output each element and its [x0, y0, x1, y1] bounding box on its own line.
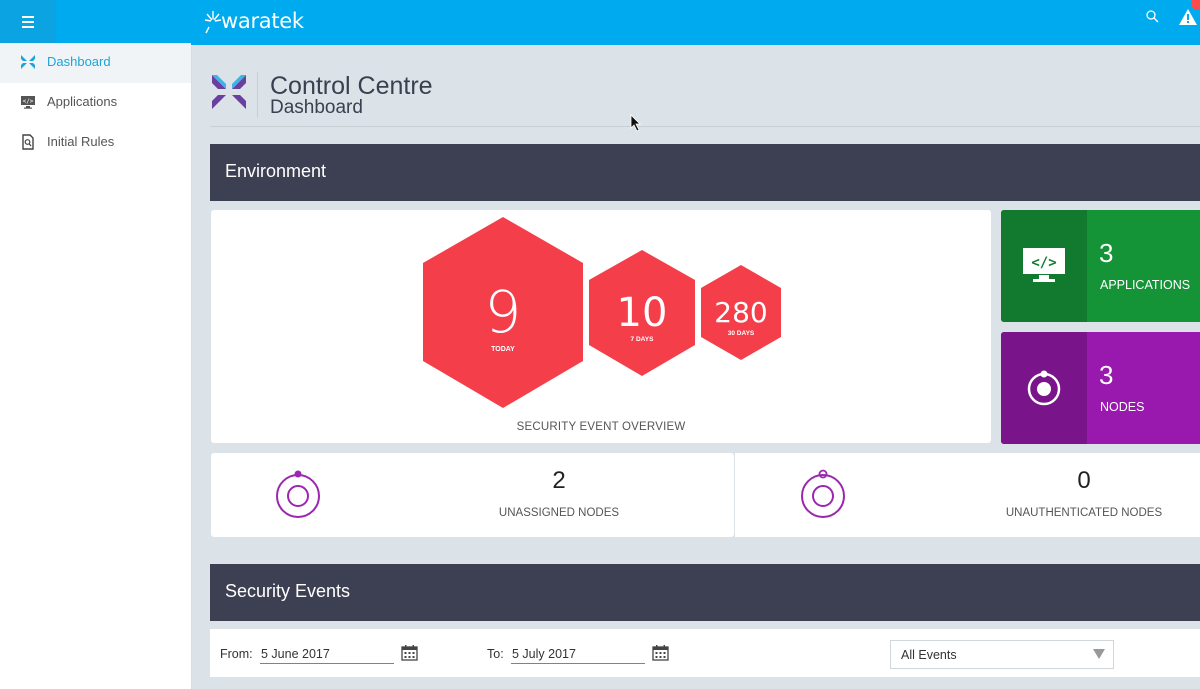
node-ring-icon: [276, 470, 320, 518]
applications-tile[interactable]: </> 3 APPLICATIONS: [1001, 210, 1200, 322]
applications-tile-icon-area: </>: [1001, 210, 1087, 322]
nodes-tile[interactable]: 3 NODES: [1001, 332, 1200, 444]
event-type-select-value: All Events: [901, 648, 957, 662]
hamburger-menu-button[interactable]: [0, 0, 56, 45]
event-type-select[interactable]: All Events: [890, 640, 1114, 669]
security-event-overview-card[interactable]: 9 TODAY 10 7 DAYS 280 30 DAYS SECURITY E…: [211, 210, 991, 443]
sidebar-item-label: Applications: [47, 94, 118, 109]
header-divider: [257, 72, 258, 118]
svg-text:</>: </>: [23, 98, 34, 105]
overview-label: SECURITY EVENT OVERVIEW: [516, 421, 686, 433]
security-events-section-header: Security Events: [210, 564, 1200, 621]
node-ring-icon: [801, 469, 845, 518]
security-events-filter-bar: From: To: All Events: [210, 629, 1200, 677]
to-label: To:: [487, 647, 504, 661]
nodes-count: 3: [1099, 360, 1114, 390]
sidebar: Dashboard </> Applications Initial Rules: [0, 43, 192, 689]
monitor-code-icon: </>: [1023, 248, 1065, 282]
section-title: Environment: [225, 161, 327, 181]
sidebar-item-applications[interactable]: </> Applications: [0, 83, 191, 123]
search-icon[interactable]: [1146, 10, 1159, 26]
rules-document-icon: [22, 134, 34, 150]
environment-section-header: Environment: [210, 144, 1200, 201]
nodes-tile-icon-area: [1001, 332, 1087, 444]
sidebar-item-label: Dashboard: [47, 54, 111, 69]
top-bar: waratek: [0, 0, 1200, 45]
unauthenticated-nodes-count: 0: [1077, 467, 1091, 494]
to-date-input[interactable]: [511, 644, 645, 664]
from-date-input[interactable]: [260, 644, 394, 664]
event-count-7-days: 10: [616, 290, 668, 336]
event-label-7-days: 7 DAYS: [630, 336, 654, 343]
applications-label: APPLICATIONS: [1100, 278, 1191, 292]
sidebar-item-initial-rules[interactable]: Initial Rules: [0, 123, 191, 163]
calendar-icon[interactable]: [401, 644, 418, 661]
mouse-cursor-icon: [630, 114, 641, 132]
unassigned-nodes-count: 2: [552, 467, 566, 494]
event-count-30-days: 280: [714, 296, 768, 329]
sidebar-item-label: Initial Rules: [47, 134, 115, 149]
unassigned-nodes-label: UNASSIGNED NODES: [498, 507, 620, 519]
from-label: From:: [220, 647, 253, 661]
chevron-down-icon: [1093, 649, 1105, 659]
unauthenticated-nodes-label: UNAUTHENTICATED NODES: [1005, 507, 1163, 519]
waratek-logo-icon: [204, 11, 222, 34]
svg-text:</>: </>: [1031, 255, 1056, 271]
dashboard-arrows-icon: [21, 55, 35, 69]
header-rule: [210, 126, 1200, 127]
event-label-today: TODAY: [491, 346, 515, 353]
section-title: Security Events: [225, 581, 351, 601]
event-count-today: 9: [484, 278, 522, 346]
node-ring-icon: [1027, 370, 1061, 406]
sidebar-item-dashboard[interactable]: Dashboard: [0, 43, 191, 83]
nodes-label: NODES: [1100, 400, 1145, 414]
event-label-30-days: 30 DAYS: [727, 330, 755, 337]
alert-icon[interactable]: [1178, 8, 1198, 31]
control-centre-arrows-icon: [212, 75, 246, 109]
app-logo-text: waratek: [221, 9, 304, 33]
monitor-code-icon: </>: [21, 96, 35, 109]
unassigned-nodes-card[interactable]: 2 UNASSIGNED NODES: [211, 453, 734, 537]
page-subtitle: Dashboard: [270, 97, 363, 118]
unauthenticated-nodes-card[interactable]: 0 UNAUTHENTICATED NODES: [735, 453, 1200, 537]
calendar-icon[interactable]: [652, 644, 669, 661]
applications-count: 3: [1099, 238, 1114, 268]
